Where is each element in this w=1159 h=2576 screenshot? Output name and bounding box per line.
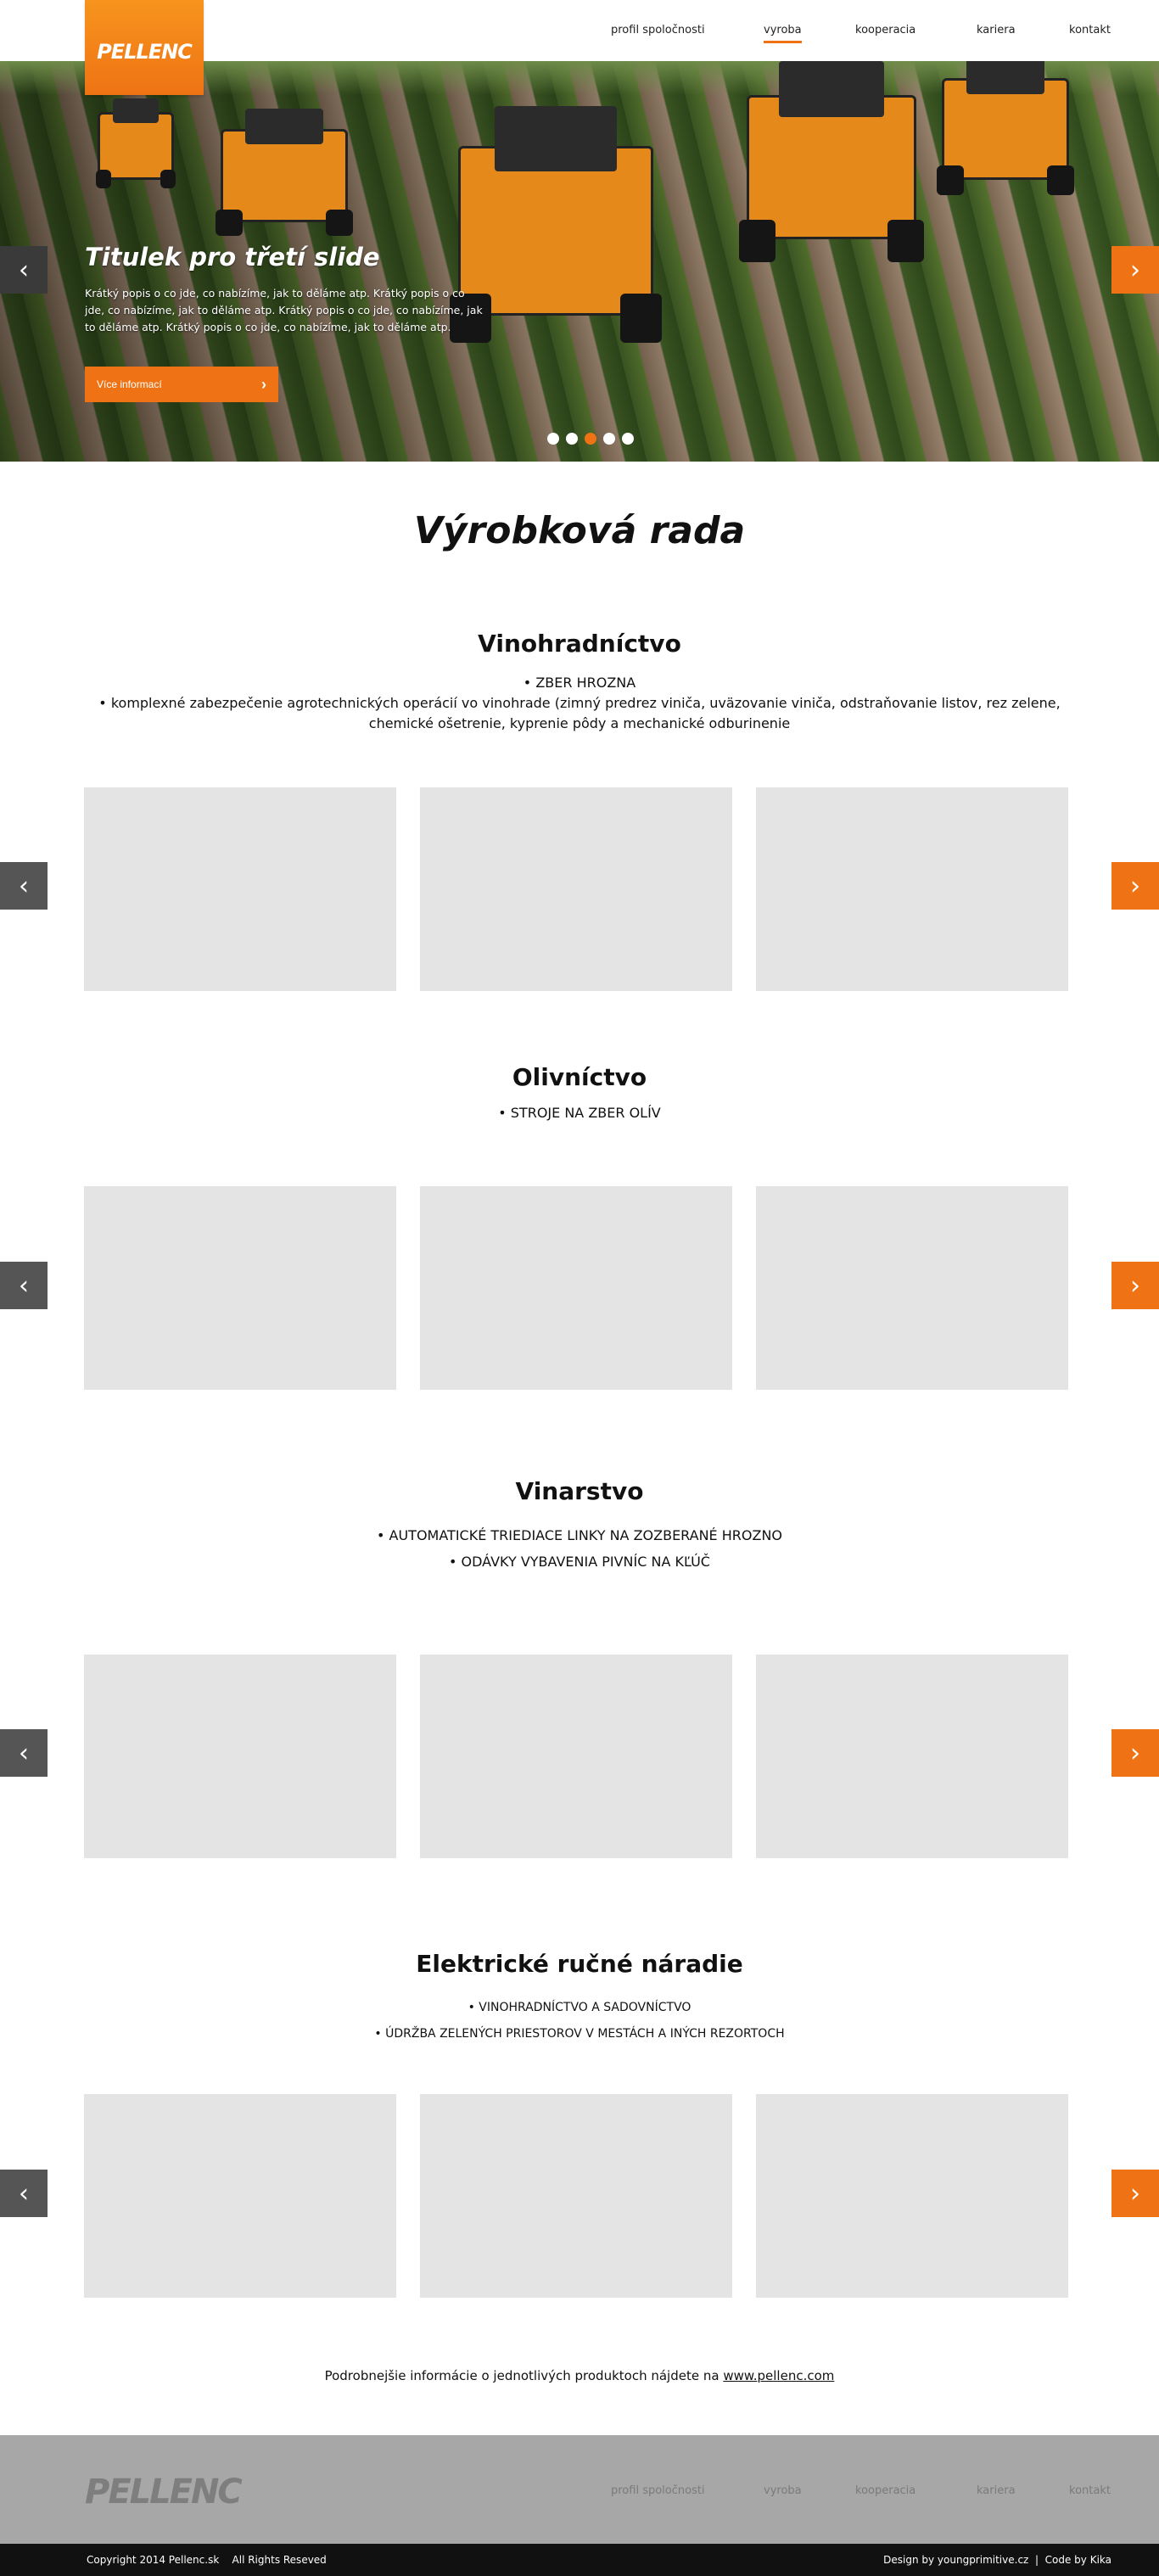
section-vinarstvo: Vinarstvo AUTOMATICKÉ TRIEDIACE LINKY NA… <box>0 1477 1159 1575</box>
harvester-image <box>739 61 924 262</box>
footer-nav-kooperacia[interactable]: kooperacia <box>855 2484 915 2497</box>
harvester-image <box>937 61 1074 195</box>
section-olivnictvo: Olivníctvo STROJE NA ZBER OLÍV <box>0 1063 1159 1123</box>
hero-prev-button[interactable]: ‹ <box>0 246 48 294</box>
list-item: VINOHRADNÍCTVO A SADOVNÍCTVO <box>0 1995 1159 2021</box>
gallery-prev-button[interactable]: ‹ <box>0 862 48 910</box>
chevron-right-icon: › <box>1130 1270 1140 1301</box>
gallery-image-placeholder[interactable] <box>84 787 396 991</box>
harvester-image <box>95 98 176 189</box>
section-title: Elektrické ručné náradie <box>416 1950 743 1978</box>
gallery-prev-button[interactable]: ‹ <box>0 2170 48 2217</box>
footer-logo[interactable]: PELLENC <box>85 2472 243 2512</box>
gallery-prev-button[interactable]: ‹ <box>0 1262 48 1309</box>
list-item: ZBER HROZNA <box>96 673 1063 693</box>
section-title: Vinohradníctvo <box>478 630 681 658</box>
logo-text: PELLENC <box>97 40 193 64</box>
bottom-bar: Copyright 2014 Pellenc.sk All Rights Res… <box>0 2544 1159 2576</box>
more-info-label: Více informací <box>97 378 162 390</box>
section-list: VINOHRADNÍCTVO A SADOVNÍCTVO ÚDRŽBA ZELE… <box>0 1995 1159 2047</box>
section-title: Vinarstvo <box>515 1477 644 1505</box>
gallery-image-placeholder[interactable] <box>84 2094 396 2298</box>
slider-dot-4[interactable] <box>603 433 615 445</box>
hero-slider: Titulek pro třetí slide Krátký popis o c… <box>0 61 1159 462</box>
chevron-right-icon: › <box>1130 2178 1140 2209</box>
gallery-next-button[interactable]: › <box>1111 2170 1159 2217</box>
list-item: ÚDRŽBA ZELENÝCH PRIESTOROV V MESTÁCH A I… <box>0 2021 1159 2047</box>
more-info-prefix: Podrobnejšie informácie o jednotlivých p… <box>324 2368 724 2383</box>
list-item: STROJE NA ZBER OLÍV <box>0 1103 1159 1123</box>
gallery-image-placeholder[interactable] <box>756 2094 1068 2298</box>
gallery-next-button[interactable]: › <box>1111 1729 1159 1777</box>
gallery-image-placeholder[interactable] <box>756 787 1068 991</box>
section-elektricke-naradie: Elektrické ručné náradie VINOHRADNÍCTVO … <box>0 1950 1159 2047</box>
nav-profil[interactable]: profil spoločnosti <box>611 24 705 43</box>
chevron-left-icon: ‹ <box>19 1270 29 1301</box>
gallery-olivnictvo: ‹ › <box>0 1186 1159 1390</box>
gallery-image-placeholder[interactable] <box>420 1186 732 1390</box>
chevron-right-icon: › <box>1130 871 1140 901</box>
section-title: Olivníctvo <box>512 1063 647 1091</box>
hero-description: Krátký popis o co jde, co nabízíme, jak … <box>85 287 483 333</box>
gallery-image-placeholder[interactable] <box>84 1655 396 1858</box>
section-vinohradnictvo: Vinohradníctvo ZBER HROZNA komplexné zab… <box>0 630 1159 734</box>
gallery-vinarstvo: ‹ › <box>0 1655 1159 1858</box>
site-footer: PELLENC profil spoločnosti vyroba kooper… <box>0 2435 1159 2544</box>
logo[interactable]: PELLENC <box>85 0 204 95</box>
credits: Design by youngprimitive.cz | Code by Ki… <box>883 2554 1111 2566</box>
nav-kontakt[interactable]: kontakt <box>1069 24 1111 43</box>
nav-kariera[interactable]: kariera <box>977 24 1016 43</box>
gallery-image-placeholder[interactable] <box>420 1655 732 1858</box>
slider-dot-5[interactable] <box>622 433 634 445</box>
footer-nav-profil[interactable]: profil spoločnosti <box>611 2484 705 2497</box>
list-item: komplexné zabezpečenie agrotechnických o… <box>96 693 1063 734</box>
footer-nav-kariera[interactable]: kariera <box>977 2484 1016 2497</box>
gallery-next-button[interactable]: › <box>1111 862 1159 910</box>
harvester-image <box>216 108 353 236</box>
harvester-image <box>449 105 663 343</box>
gallery-elektricke-naradie: ‹ › <box>0 2094 1159 2298</box>
chevron-left-icon: ‹ <box>19 871 29 901</box>
chevron-right-icon: › <box>1130 1738 1140 1768</box>
hero-next-button[interactable]: › <box>1111 246 1159 294</box>
section-list: STROJE NA ZBER OLÍV <box>0 1103 1159 1123</box>
more-info-text: Podrobnejšie informácie o jednotlivých p… <box>0 2368 1159 2383</box>
chevron-left-icon: ‹ <box>19 255 29 285</box>
slider-dots <box>547 433 634 445</box>
section-list: ZBER HROZNA komplexné zabezpečenie agrot… <box>96 673 1063 734</box>
list-item: AUTOMATICKÉ TRIEDIACE LINKY NA ZOZBERANÉ… <box>0 1522 1159 1548</box>
site-header: PELLENC profil spoločnosti vyroba kooper… <box>0 0 1159 95</box>
page-title: Výrobková rada <box>413 509 746 552</box>
gallery-vinohradnictvo: ‹ › <box>0 787 1159 991</box>
copyright: Copyright 2014 Pellenc.sk All Rights Res… <box>87 2554 327 2566</box>
slider-dot-3[interactable] <box>585 433 596 445</box>
gallery-image-placeholder[interactable] <box>756 1186 1068 1390</box>
pellenc-link[interactable]: www.pellenc.com <box>723 2368 834 2383</box>
footer-nav-vyroba[interactable]: vyroba <box>764 2484 802 2497</box>
gallery-prev-button[interactable]: ‹ <box>0 1729 48 1777</box>
gallery-image-placeholder[interactable] <box>420 2094 732 2298</box>
slider-dot-2[interactable] <box>566 433 578 445</box>
gallery-image-placeholder[interactable] <box>420 787 732 991</box>
chevron-left-icon: ‹ <box>19 1738 29 1768</box>
chevron-left-icon: ‹ <box>19 2178 29 2209</box>
gallery-image-placeholder[interactable] <box>756 1655 1068 1858</box>
more-info-button[interactable]: Více informací › <box>85 367 278 402</box>
list-item: ODÁVKY VYBAVENIA PIVNÍC NA KĽÚČ <box>0 1548 1159 1575</box>
gallery-image-placeholder[interactable] <box>84 1186 396 1390</box>
chevron-right-icon: › <box>1130 255 1140 285</box>
nav-kooperacia[interactable]: kooperacia <box>855 24 915 43</box>
gallery-next-button[interactable]: › <box>1111 1262 1159 1309</box>
chevron-right-icon: › <box>261 375 266 393</box>
section-list: AUTOMATICKÉ TRIEDIACE LINKY NA ZOZBERANÉ… <box>0 1522 1159 1575</box>
footer-nav-kontakt[interactable]: kontakt <box>1069 2484 1111 2497</box>
hero-title: Titulek pro třetí slide <box>85 243 380 272</box>
slider-dot-1[interactable] <box>547 433 559 445</box>
nav-vyroba[interactable]: vyroba <box>764 24 802 43</box>
